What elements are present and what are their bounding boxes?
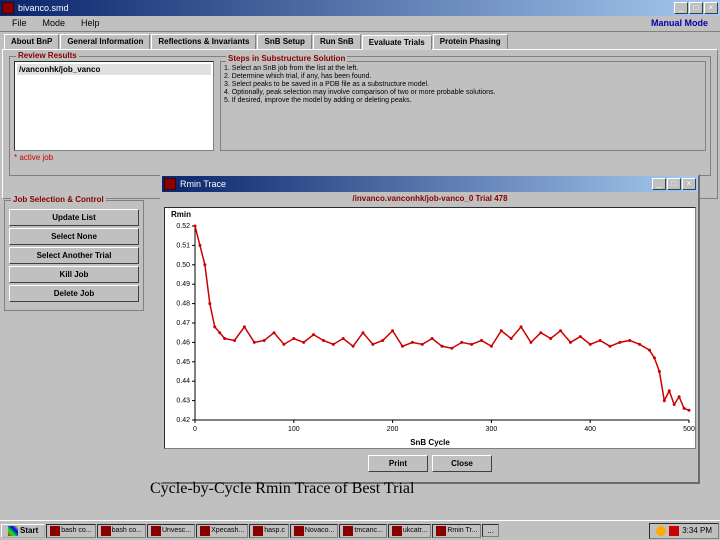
kill-job-button[interactable]: Kill Job xyxy=(9,266,139,283)
taskbar-item-5[interactable]: Novaco... xyxy=(290,524,339,538)
manual-mode-label: Manual Mode xyxy=(643,16,716,31)
task-icon xyxy=(253,526,263,536)
steps-box: Steps in Substructure Solution 1. Select… xyxy=(220,61,706,151)
job-selection-label: Job Selection & Control xyxy=(11,195,106,204)
svg-text:0.47: 0.47 xyxy=(176,320,190,327)
taskbar-clock: 3:34 PM xyxy=(649,523,719,539)
chart-xlabel: SnB Cycle xyxy=(410,438,450,447)
clock-label: 3:34 PM xyxy=(682,526,712,535)
task-icon xyxy=(50,526,60,536)
tray[interactable]: ... xyxy=(482,524,499,537)
task-icon xyxy=(392,526,402,536)
rmin-trace-window: Rmin Trace _ □ × /invanco.vanconhk/job-v… xyxy=(160,174,700,484)
svg-text:0.45: 0.45 xyxy=(176,359,190,366)
task-icon xyxy=(343,526,353,536)
close-button[interactable]: × xyxy=(704,2,718,14)
tab-reflections[interactable]: Reflections & Invariants xyxy=(151,34,256,49)
active-job-label: * active job xyxy=(14,153,214,162)
svg-text:0.50: 0.50 xyxy=(176,262,190,269)
steps-title: Steps in Substructure Solution xyxy=(226,54,347,63)
review-results-label: Review Results xyxy=(16,51,79,60)
delete-job-button[interactable]: Delete Job xyxy=(9,285,139,302)
taskbar-item-7[interactable]: ukcatr... xyxy=(388,524,432,538)
task-icon xyxy=(200,526,210,536)
rmin-chart: 0.42 0.43 0.44 0.45 0.46 0.47 0.48 0.49 0.50 0.51… xyxy=(165,222,695,436)
tab-run-snb[interactable]: Run SnB xyxy=(313,34,361,49)
taskbar-item-6[interactable]: tmcanc... xyxy=(339,524,386,538)
tray-icon-2 xyxy=(669,526,679,536)
menu-help[interactable]: Help xyxy=(73,16,108,31)
svg-text:0: 0 xyxy=(193,426,197,433)
taskbar-item-8[interactable]: Rmin Tr... xyxy=(432,524,481,538)
start-label: Start xyxy=(20,526,38,535)
chart-area: Rmin 0.42 0.43 0.44 0.45 0.46 0.47 0.48 0.49 0.5… xyxy=(164,207,696,449)
taskbar-item-1[interactable]: bash co... xyxy=(97,524,146,538)
svg-text:500: 500 xyxy=(683,426,695,433)
window-title: bivanco.smd xyxy=(18,3,69,13)
tabs: About BnP General Information Reflection… xyxy=(0,32,720,49)
maximize-button[interactable]: □ xyxy=(689,2,703,14)
task-icon xyxy=(436,526,446,536)
tab-about[interactable]: About BnP xyxy=(4,34,59,49)
select-none-button[interactable]: Select None xyxy=(9,228,139,245)
taskbar-item-0[interactable]: bash co... xyxy=(46,524,95,538)
trace-app-icon xyxy=(164,178,176,190)
job-list-item[interactable]: /vanconhk/job_vanco xyxy=(17,64,211,75)
svg-text:0.52: 0.52 xyxy=(176,223,190,230)
svg-text:0.43: 0.43 xyxy=(176,398,190,405)
minimize-button[interactable]: _ xyxy=(674,2,688,14)
task-icon xyxy=(151,526,161,536)
step-2: 2. Determine which trial, if any, has be… xyxy=(224,73,702,80)
tab-snb-setup[interactable]: SnB Setup xyxy=(257,34,311,49)
taskbar-item-4[interactable]: hasp.c xyxy=(249,524,289,538)
svg-text:300: 300 xyxy=(486,426,498,433)
menubar: File Mode Help Manual Mode xyxy=(0,16,720,32)
svg-text:0.46: 0.46 xyxy=(176,339,190,346)
update-list-button[interactable]: Update List xyxy=(9,209,139,226)
tab-phasing[interactable]: Protein Phasing xyxy=(433,34,508,49)
step-1: 1. Select an SnB job from the list at th… xyxy=(224,65,702,72)
svg-text:0.48: 0.48 xyxy=(176,301,190,308)
svg-text:400: 400 xyxy=(584,426,596,433)
job-selection-group: Job Selection & Control Update List Sele… xyxy=(4,200,144,311)
step-3: 3. Select peaks to be saved in a PDB fil… xyxy=(224,81,702,88)
svg-text:0.49: 0.49 xyxy=(176,281,190,288)
caption: Cycle-by-Cycle Rmin Trace of Best Trial xyxy=(150,480,414,498)
trace-path-label: /invanco.vanconhk/job-vanco_0 Trial 478 xyxy=(162,192,698,205)
tab-general[interactable]: General Information xyxy=(60,34,150,49)
task-icon xyxy=(294,526,304,536)
step-5: 5. If desired, improve the model by addi… xyxy=(224,97,702,104)
task-icon xyxy=(101,526,111,536)
trace-close-btn[interactable]: Close xyxy=(432,455,492,472)
tab-evaluate[interactable]: Evaluate Trials xyxy=(362,35,432,50)
start-button[interactable]: Start xyxy=(1,524,45,538)
chart-title: Rmin xyxy=(171,210,191,219)
trace-close-button[interactable]: × xyxy=(682,178,696,190)
trace-maximize-button[interactable]: □ xyxy=(667,178,681,190)
menu-mode[interactable]: Mode xyxy=(35,16,74,31)
taskbar-item-2[interactable]: Unvesc... xyxy=(147,524,195,538)
menu-file[interactable]: File xyxy=(4,16,35,31)
tray-icon-1 xyxy=(656,526,666,536)
print-button[interactable]: Print xyxy=(368,455,428,472)
select-another-button[interactable]: Select Another Trial xyxy=(9,247,139,264)
trace-titlebar: Rmin Trace _ □ × xyxy=(162,176,698,192)
step-4: 4. Optionally, peak selection may involv… xyxy=(224,89,702,96)
svg-text:200: 200 xyxy=(387,426,399,433)
svg-text:0.51: 0.51 xyxy=(176,242,190,249)
svg-text:100: 100 xyxy=(288,426,300,433)
taskbar: Start bash co... bash co... Unvesc... Xp… xyxy=(0,520,720,540)
job-list[interactable]: /vanconhk/job_vanco xyxy=(14,61,214,151)
windows-icon xyxy=(8,526,18,536)
review-results-group: Review Results /vanconhk/job_vanco * act… xyxy=(9,56,711,176)
trace-minimize-button[interactable]: _ xyxy=(652,178,666,190)
sidebar: Job Selection & Control Update List Sele… xyxy=(4,200,144,311)
svg-text:0.44: 0.44 xyxy=(176,378,190,385)
taskbar-item-3[interactable]: Xpecash... xyxy=(196,524,248,538)
svg-text:0.42: 0.42 xyxy=(176,417,190,424)
main-titlebar: bivanco.smd _ □ × xyxy=(0,0,720,16)
trace-title: Rmin Trace xyxy=(180,179,226,189)
app-icon xyxy=(2,2,14,14)
